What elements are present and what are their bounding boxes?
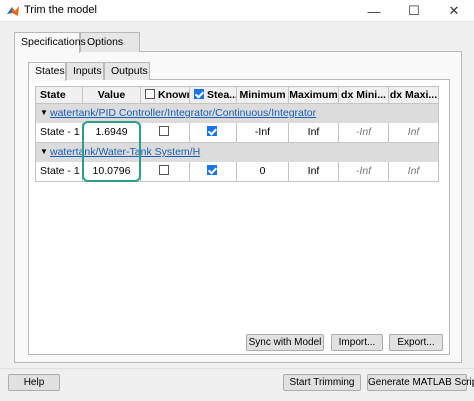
tab-outputs[interactable]: Outputs [104, 62, 150, 80]
known-checkbox[interactable] [158, 165, 169, 175]
steady-checkbox[interactable] [206, 165, 217, 175]
steady-checkbox[interactable] [206, 126, 217, 136]
title-bar: Trim the model — ☐ ✕ [0, 0, 474, 22]
header-steady-label: Stea... [207, 89, 237, 101]
minimum-field[interactable]: -Inf [237, 123, 289, 142]
minimize-button[interactable]: — [354, 0, 394, 22]
header-steady[interactable]: Stea... [190, 87, 237, 105]
header-dx-minimum[interactable]: dx Mini... [339, 87, 389, 105]
known-all-checkbox[interactable] [145, 89, 155, 99]
export-button[interactable]: Export... [389, 334, 443, 351]
collapse-arrow-icon[interactable]: ▼ [40, 143, 48, 161]
close-button[interactable]: ✕ [434, 0, 474, 22]
tab-options[interactable]: Options [80, 32, 140, 52]
header-known[interactable]: Known [141, 87, 190, 105]
header-maximum[interactable]: Maximum [289, 87, 339, 105]
known-cell [141, 123, 190, 142]
header-known-label: Known [158, 89, 190, 101]
collapse-arrow-icon[interactable]: ▼ [40, 104, 48, 122]
generate-matlab-script-button[interactable]: Generate MATLAB Script [367, 374, 474, 391]
dx-maximum-field[interactable]: Inf [389, 123, 438, 142]
tab-states[interactable]: States [28, 62, 66, 81]
state-name: State - 1 [36, 162, 83, 181]
header-minimum[interactable]: Minimum [237, 87, 289, 105]
table-header: State Value Known Stea... Minimum Maximu… [35, 86, 439, 105]
dx-minimum-field[interactable]: -Inf [339, 123, 389, 142]
steady-cell [190, 162, 237, 181]
steady-cell [190, 123, 237, 142]
maximize-button[interactable]: ☐ [394, 0, 434, 22]
steady-all-checkbox[interactable] [194, 89, 204, 99]
known-checkbox[interactable] [158, 126, 169, 136]
value-highlight-box [82, 121, 141, 182]
maximum-field[interactable]: Inf [289, 123, 339, 142]
header-value[interactable]: Value [83, 87, 141, 105]
import-button[interactable]: Import... [331, 334, 383, 351]
dx-minimum-field[interactable]: -Inf [339, 162, 389, 181]
minimum-field[interactable]: 0 [237, 162, 289, 181]
state-name: State - 1 [36, 123, 83, 142]
window-title: Trim the model [24, 4, 97, 16]
header-dx-maximum[interactable]: dx Maxi... [389, 87, 438, 105]
matlab-logo-icon [7, 6, 19, 16]
known-cell [141, 162, 190, 181]
header-state[interactable]: State [36, 87, 83, 105]
tab-specifications[interactable]: Specifications [14, 32, 86, 53]
block-path-link[interactable]: watertank/PID Controller/Integrator/Cont… [50, 104, 316, 122]
tab-inputs[interactable]: Inputs [66, 62, 104, 80]
help-button[interactable]: Help [8, 374, 60, 391]
start-trimming-button[interactable]: Start Trimming [283, 374, 361, 391]
sync-with-model-button[interactable]: Sync with Model [246, 334, 324, 351]
maximum-field[interactable]: Inf [289, 162, 339, 181]
dx-maximum-field[interactable]: Inf [389, 162, 438, 181]
